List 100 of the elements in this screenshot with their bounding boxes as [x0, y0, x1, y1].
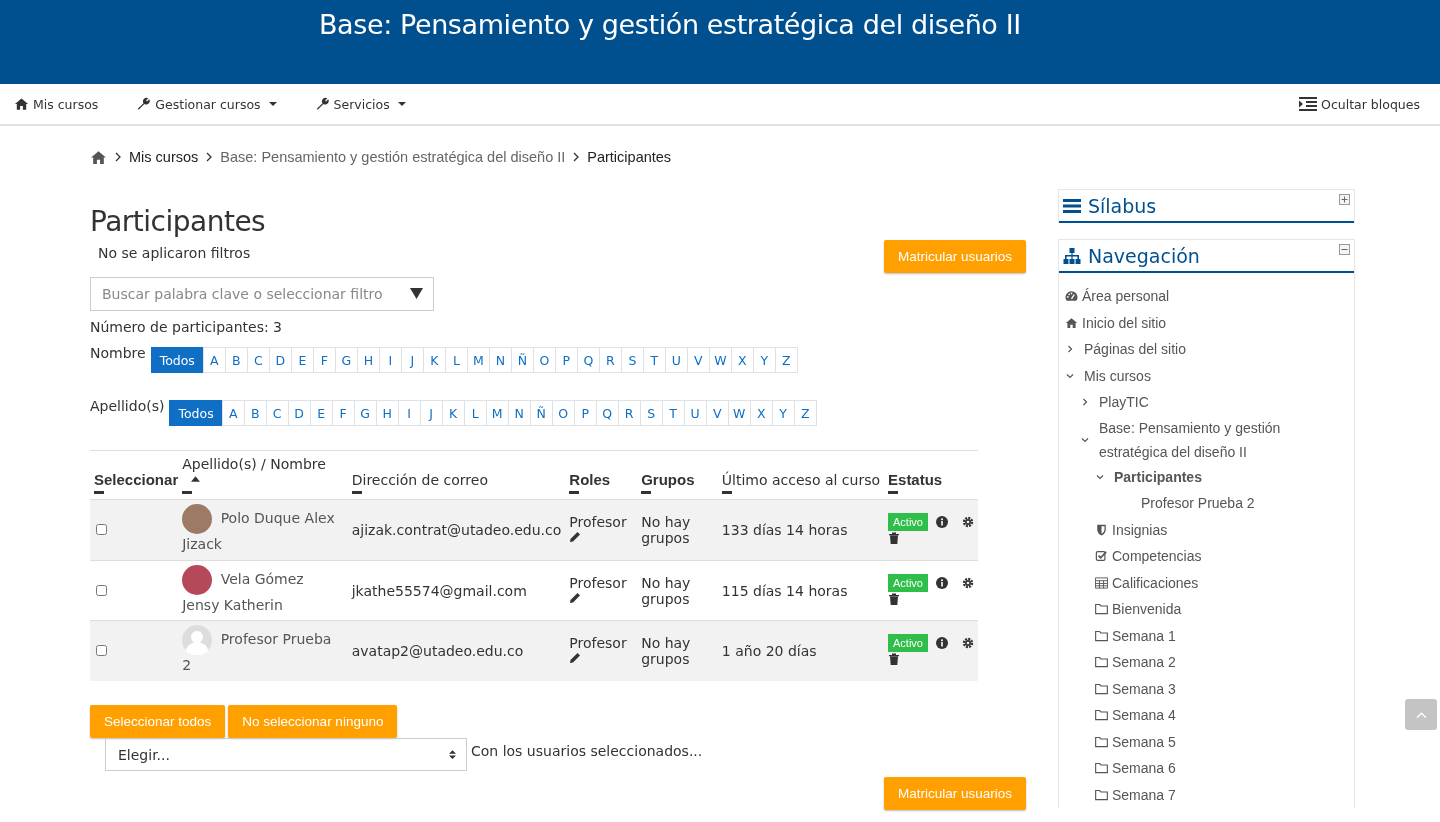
column-header[interactable]: Estatus — [888, 471, 974, 488]
letter-filter[interactable]: M — [485, 400, 509, 426]
home-icon[interactable] — [90, 149, 107, 165]
letter-filter[interactable]: O — [551, 400, 575, 426]
column-header[interactable]: Grupos — [641, 471, 714, 488]
row-checkbox[interactable] — [96, 645, 107, 657]
letter-filter[interactable]: C — [246, 347, 270, 373]
letter-filter[interactable]: Z — [774, 347, 798, 373]
navigation-item[interactable]: Inicio del sitio — [1082, 310, 1167, 335]
pencil-icon[interactable] — [569, 530, 582, 543]
letter-filter[interactable]: Ñ — [529, 400, 553, 426]
settings-icon[interactable] — [962, 515, 974, 528]
letter-filter[interactable]: Y — [771, 400, 795, 426]
letter-filter[interactable]: K — [441, 400, 465, 426]
letter-filter[interactable]: C — [265, 400, 289, 426]
info-icon[interactable] — [936, 515, 948, 528]
letter-filter[interactable]: B — [243, 400, 267, 426]
letter-filter[interactable]: Q — [576, 347, 600, 373]
row-checkbox[interactable] — [96, 584, 107, 596]
navigation-item[interactable]: Base: Pensamiento y gestión estratégica del diseño II — [1099, 415, 1314, 464]
letter-filter[interactable]: Ñ — [510, 347, 534, 373]
collapse-column-icon[interactable] — [888, 491, 899, 494]
pencil-icon[interactable] — [569, 652, 582, 665]
row-checkbox[interactable] — [96, 523, 107, 535]
pencil-icon[interactable] — [569, 591, 582, 604]
letter-filter[interactable]: L — [463, 400, 487, 426]
letter-filter[interactable]: E — [290, 347, 314, 373]
navigation-item[interactable]: Semana 1 — [1112, 623, 1176, 648]
navigation-item[interactable]: Semana 5 — [1112, 729, 1176, 754]
letter-filter[interactable]: R — [617, 400, 641, 426]
letter-filter[interactable]: S — [639, 400, 663, 426]
hide-blocks-button[interactable]: Ocultar bloques — [1299, 96, 1420, 112]
user-name-link[interactable]: Vela Gómez Jensy Katherin — [182, 564, 344, 617]
letter-filter[interactable]: V — [705, 400, 729, 426]
letter-filter[interactable]: Y — [752, 347, 776, 373]
letter-filter[interactable]: O — [532, 347, 556, 373]
letter-filter[interactable]: U — [664, 347, 688, 373]
letter-filter[interactable]: X — [749, 400, 773, 426]
info-icon[interactable] — [936, 637, 948, 650]
letter-filter[interactable]: A — [221, 400, 245, 426]
navigation-item[interactable]: Semana 6 — [1112, 756, 1176, 781]
trash-icon[interactable] — [888, 653, 901, 666]
letter-filter[interactable]: B — [224, 347, 248, 373]
navigation-item[interactable]: Calificaciones — [1112, 570, 1199, 595]
letter-filter[interactable]: Todos — [169, 400, 223, 426]
nav-menu-item[interactable]: Mis cursos — [14, 96, 99, 112]
breadcrumb-link[interactable]: Mis cursos — [129, 149, 199, 165]
letter-filter[interactable]: D — [268, 347, 292, 373]
letter-filter[interactable]: I — [378, 347, 402, 373]
letter-filter[interactable]: F — [331, 400, 355, 426]
navigation-item[interactable]: Mis cursos — [1084, 363, 1151, 388]
letter-filter[interactable]: V — [686, 347, 710, 373]
letter-filter[interactable]: J — [419, 400, 443, 426]
letter-filter[interactable]: T — [642, 347, 666, 373]
letter-filter[interactable]: T — [661, 400, 685, 426]
column-header[interactable]: Dirección de correo — [351, 472, 562, 488]
column-header[interactable]: Seleccionar — [94, 471, 179, 488]
letter-filter[interactable]: S — [620, 347, 644, 373]
navigation-item[interactable]: Competencias — [1112, 544, 1202, 569]
letter-filter[interactable]: W — [727, 400, 751, 426]
column-header[interactable]: Último acceso al curso — [721, 472, 881, 488]
navigation-item[interactable]: Profesor Prueba 2 — [1141, 491, 1255, 516]
navigation-item[interactable]: Semana 7 — [1112, 782, 1176, 807]
collapse-column-icon[interactable] — [182, 491, 193, 494]
letter-filter[interactable]: D — [287, 400, 311, 426]
info-icon[interactable] — [936, 576, 948, 589]
letter-filter[interactable]: Q — [595, 400, 619, 426]
column-header[interactable]: Roles — [569, 471, 634, 488]
breadcrumb-link[interactable]: Base: Pensamiento y gestión estratégica del diseño II — [220, 149, 566, 165]
chevron-right-icon[interactable] — [1080, 397, 1090, 408]
column-header[interactable]: Apellido(s) / Nombre — [182, 456, 344, 488]
letter-filter[interactable]: Todos — [150, 347, 204, 373]
letter-filter[interactable]: R — [598, 347, 622, 373]
trash-icon[interactable] — [888, 592, 901, 605]
expand-icon[interactable] — [1339, 194, 1350, 205]
letter-filter[interactable]: W — [708, 347, 732, 373]
settings-icon[interactable] — [962, 576, 974, 589]
collapse-column-icon[interactable] — [569, 491, 580, 494]
navigation-item[interactable]: Área personal — [1082, 284, 1170, 309]
letter-filter[interactable]: U — [683, 400, 707, 426]
letter-filter[interactable]: E — [309, 400, 333, 426]
breadcrumb-link[interactable]: Participantes — [587, 149, 672, 165]
letter-filter[interactable]: X — [730, 347, 754, 373]
navigation-item[interactable]: Bienvenida — [1112, 597, 1182, 622]
letter-filter[interactable]: H — [375, 400, 399, 426]
letter-filter[interactable]: K — [422, 347, 446, 373]
collapse-column-icon[interactable] — [641, 491, 652, 494]
letter-filter[interactable]: M — [466, 347, 490, 373]
nav-menu-item[interactable]: Gestionar cursos — [136, 96, 277, 112]
letter-filter[interactable]: Z — [793, 400, 817, 426]
navigation-item[interactable]: Páginas del sitio — [1084, 337, 1186, 362]
chevron-right-icon[interactable] — [1065, 344, 1075, 355]
bulk-action-select[interactable]: Elegir... — [105, 738, 467, 772]
letter-filter[interactable]: L — [444, 347, 468, 373]
letter-filter[interactable]: P — [554, 347, 578, 373]
letter-filter[interactable]: F — [312, 347, 336, 373]
letter-filter[interactable]: J — [400, 347, 424, 373]
letter-filter[interactable]: G — [334, 347, 358, 373]
navigation-item[interactable]: PlayTIC — [1099, 390, 1149, 415]
letter-filter[interactable]: N — [488, 347, 512, 373]
